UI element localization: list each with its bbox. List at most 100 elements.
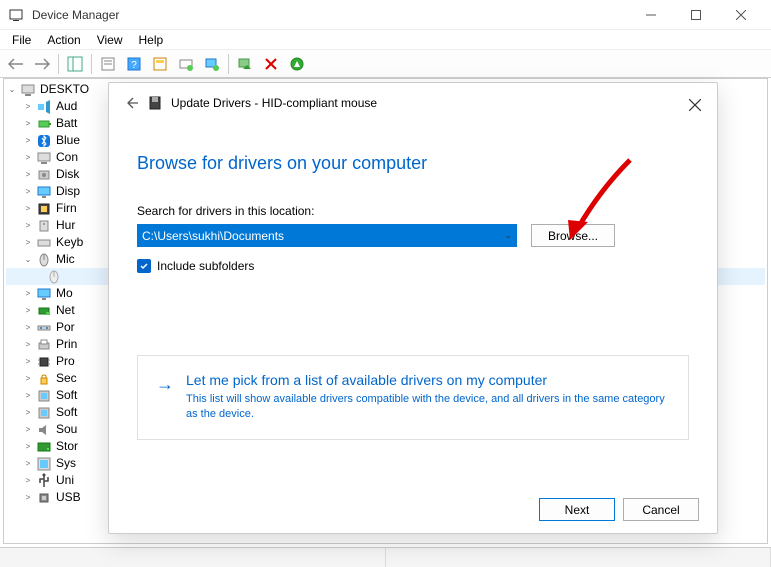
minimize-button[interactable] (628, 1, 673, 29)
expand-icon[interactable]: ⌄ (22, 254, 34, 266)
expand-icon[interactable]: > (22, 186, 34, 198)
expand-icon[interactable]: > (22, 322, 34, 334)
window-controls (628, 1, 763, 29)
expand-icon[interactable]: > (22, 169, 34, 181)
toolbar-separator (228, 54, 229, 74)
window-titlebar: Device Manager (0, 0, 771, 30)
tree-item-label: Soft (56, 387, 77, 404)
tree-item-label: USB (56, 489, 81, 506)
option-text: Let me pick from a list of available dri… (186, 372, 668, 423)
show-hide-tree-button[interactable] (63, 53, 87, 75)
toolbar-icon[interactable] (174, 53, 198, 75)
tree-item-label: Por (56, 319, 75, 336)
dialog-heading: Browse for drivers on your computer (137, 153, 689, 174)
expand-icon[interactable]: > (22, 373, 34, 385)
update-driver-button[interactable] (200, 53, 224, 75)
tree-item-label: Pro (56, 353, 75, 370)
expand-icon[interactable]: > (22, 101, 34, 113)
tree-item-label: Prin (56, 336, 77, 353)
processor-icon (36, 354, 52, 370)
disk-icon (36, 167, 52, 183)
tree-item-label: Soft (56, 404, 77, 421)
expand-icon[interactable]: > (22, 390, 34, 402)
tree-item-label: Disk (56, 166, 79, 183)
menu-action[interactable]: Action (39, 31, 88, 49)
expand-icon[interactable]: > (22, 118, 34, 130)
menu-help[interactable]: Help (131, 31, 172, 49)
back-icon[interactable] (119, 91, 143, 115)
expand-icon[interactable]: > (22, 356, 34, 368)
status-cell (0, 548, 386, 567)
tree-item-label: Hur (56, 217, 75, 234)
arrow-right-icon: → (156, 374, 174, 423)
tree-item-label: Batt (56, 115, 77, 132)
path-combobox[interactable]: ⌄ (137, 224, 517, 247)
tree-item-label: Sec (56, 370, 77, 387)
expand-icon[interactable]: > (22, 305, 34, 317)
software-icon (36, 405, 52, 421)
sound-icon (36, 422, 52, 438)
forward-button[interactable] (30, 53, 54, 75)
security-icon (36, 371, 52, 387)
window-title: Device Manager (32, 8, 628, 22)
expand-icon[interactable]: > (22, 492, 34, 504)
back-button[interactable] (4, 53, 28, 75)
properties-button[interactable] (96, 53, 120, 75)
dialog-close-button[interactable] (681, 91, 709, 119)
disable-button[interactable] (259, 53, 283, 75)
close-button[interactable] (718, 1, 763, 29)
expand-icon[interactable]: > (22, 152, 34, 164)
expand-icon[interactable]: > (22, 220, 34, 232)
maximize-button[interactable] (673, 1, 718, 29)
menu-file[interactable]: File (4, 31, 39, 49)
disk-icon (147, 95, 163, 111)
expand-icon[interactable]: > (22, 237, 34, 249)
expand-icon[interactable]: > (22, 135, 34, 147)
firmware-icon (36, 201, 52, 217)
expand-icon[interactable]: > (22, 407, 34, 419)
menu-bar: File Action View Help (0, 30, 771, 50)
browse-button[interactable]: Browse... (531, 224, 615, 247)
toolbar-icon[interactable] (148, 53, 172, 75)
dialog-body: Browse for drivers on your computer Sear… (109, 123, 717, 440)
tree-item-label: Con (56, 149, 78, 166)
checkbox-checked-icon[interactable] (137, 259, 151, 273)
dialog-title: Update Drivers - HID-compliant mouse (171, 96, 377, 110)
scan-button[interactable] (285, 53, 309, 75)
keyboard-icon (36, 235, 52, 251)
uninstall-button[interactable] (233, 53, 257, 75)
expand-icon[interactable]: > (22, 475, 34, 487)
expand-icon[interactable]: > (22, 339, 34, 351)
path-input[interactable] (138, 225, 516, 246)
pick-from-list-option[interactable]: → Let me pick from a list of available d… (137, 355, 689, 440)
expand-icon[interactable]: > (22, 203, 34, 215)
expand-icon[interactable]: > (22, 441, 34, 453)
collapse-icon[interactable]: ⌄ (6, 84, 18, 96)
menu-view[interactable]: View (89, 31, 131, 49)
expand-icon[interactable]: > (22, 458, 34, 470)
option-description: This list will show available drivers co… (186, 392, 668, 423)
system-icon (36, 456, 52, 472)
next-button[interactable]: Next (539, 498, 615, 521)
help-button[interactable]: ? (122, 53, 146, 75)
display-icon (36, 184, 52, 200)
include-subfolders-row[interactable]: Include subfolders (137, 259, 689, 273)
dialog-titlebar: Update Drivers - HID-compliant mouse (109, 83, 717, 123)
tree-item-label: Net (56, 302, 75, 319)
app-icon (8, 7, 24, 23)
monitor-icon (36, 286, 52, 302)
search-label: Search for drivers in this location: (137, 204, 689, 218)
computer-icon (36, 150, 52, 166)
expand-icon[interactable]: > (22, 424, 34, 436)
storage-icon (36, 439, 52, 455)
tree-item-label: Keyb (56, 234, 83, 251)
include-subfolders-label: Include subfolders (157, 259, 254, 273)
battery-icon (36, 116, 52, 132)
computer-icon (20, 82, 36, 98)
mouse-icon (36, 252, 52, 268)
tree-item-label: Blue (56, 132, 80, 149)
tree-item-label: Stor (56, 438, 78, 455)
cancel-button[interactable]: Cancel (623, 498, 699, 521)
mouse-child-icon (46, 269, 62, 285)
expand-icon[interactable]: > (22, 288, 34, 300)
